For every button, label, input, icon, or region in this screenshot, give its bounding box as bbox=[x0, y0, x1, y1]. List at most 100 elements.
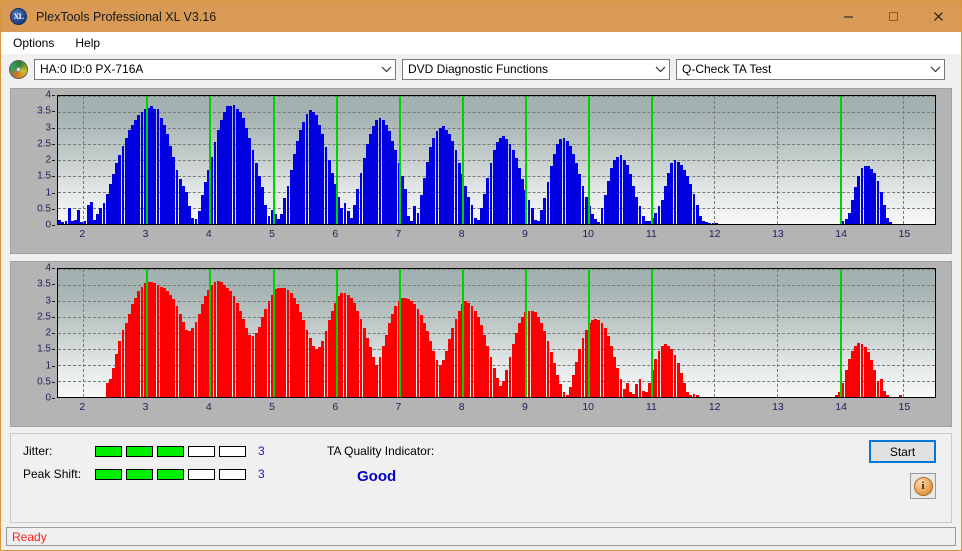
y-axis-tick bbox=[52, 111, 55, 113]
jitter-label: Jitter: bbox=[23, 444, 53, 458]
test-select[interactable]: Q-Check TA Test bbox=[676, 58, 945, 80]
drive-select[interactable]: HA:0 ID:0 PX-716A bbox=[34, 58, 396, 80]
chart-bar bbox=[714, 223, 718, 224]
y-axis-tick bbox=[52, 398, 55, 399]
y-axis-label: 3 bbox=[45, 122, 51, 133]
title-bar: XL PlexTools Professional XL V3.16 bbox=[1, 1, 961, 32]
chart-bars bbox=[58, 96, 935, 224]
menu-item-help[interactable]: Help bbox=[71, 34, 109, 52]
speed-change-marker bbox=[146, 96, 149, 224]
y-axis-tick bbox=[52, 192, 55, 194]
meter-segment bbox=[126, 445, 153, 457]
x-axis-label: 6 bbox=[332, 228, 339, 240]
function-select[interactable]: DVD Diagnostic Functions bbox=[402, 58, 670, 80]
selector-toolbar: HA:0 ID:0 PX-716A DVD Diagnostic Functio… bbox=[1, 54, 961, 84]
info-button[interactable]: i bbox=[910, 473, 936, 499]
peak-shift-value: 3 bbox=[258, 467, 265, 481]
y-axis-label: 0.5 bbox=[37, 376, 51, 388]
meter-segment bbox=[219, 445, 246, 457]
y-axis-tick bbox=[52, 284, 55, 286]
x-axis-label: 11 bbox=[645, 401, 657, 413]
y-axis-label: 1.5 bbox=[37, 170, 51, 182]
x-axis-label: 15 bbox=[898, 401, 911, 413]
y-axis-label: 2 bbox=[45, 154, 51, 166]
x-axis-label: 7 bbox=[395, 228, 402, 240]
peakshift-chart-y-axis: 0 0.5 1 1.5 2 2.5 3 3.5 4 bbox=[11, 263, 55, 404]
x-axis-label: 11 bbox=[645, 228, 657, 240]
close-button[interactable] bbox=[916, 1, 961, 32]
x-axis-label: 12 bbox=[708, 401, 721, 413]
peakshift-chart-panel: 0 0.5 1 1.5 2 2.5 3 3.5 4 2 3 4 5 6 7 8 9 10 11 12 13 14 15 bbox=[10, 261, 952, 427]
maximize-button[interactable] bbox=[871, 1, 916, 32]
jitter-chart-plot-wrap bbox=[57, 95, 936, 225]
menu-bar: Options Help bbox=[1, 32, 961, 54]
speed-change-marker bbox=[272, 269, 275, 397]
peakshift-chart-plot bbox=[57, 268, 936, 398]
meter-segment bbox=[188, 445, 215, 457]
speed-change-marker bbox=[651, 269, 654, 397]
jitter-meter bbox=[95, 445, 246, 457]
start-button[interactable]: Start bbox=[869, 440, 936, 463]
chevron-down-icon bbox=[652, 60, 669, 79]
x-axis-label: 3 bbox=[142, 401, 149, 413]
chart-bar bbox=[886, 395, 889, 397]
minimize-button[interactable] bbox=[826, 1, 871, 32]
x-axis-label: 2 bbox=[79, 228, 86, 240]
ta-quality-label: TA Quality Indicator: bbox=[327, 444, 435, 458]
test-select-value: Q-Check TA Test bbox=[682, 62, 772, 76]
status-bar: Ready bbox=[6, 527, 956, 546]
y-axis-tick bbox=[52, 176, 55, 178]
speed-change-marker bbox=[209, 96, 212, 224]
x-axis-label: 5 bbox=[269, 228, 275, 240]
y-axis-label: 1 bbox=[45, 360, 51, 371]
y-axis-label: 3 bbox=[45, 295, 51, 306]
x-axis-label: 6 bbox=[332, 401, 339, 413]
y-axis-tick bbox=[52, 333, 55, 334]
x-axis-label: 12 bbox=[708, 228, 721, 240]
speed-change-marker bbox=[209, 269, 212, 397]
y-axis-label: 2.5 bbox=[37, 138, 51, 150]
peak-shift-label: Peak Shift: bbox=[23, 467, 82, 481]
drive-select-value: HA:0 ID:0 PX-716A bbox=[40, 62, 144, 76]
x-axis-label: 8 bbox=[458, 228, 465, 240]
y-axis-label: 2 bbox=[45, 327, 51, 339]
jitter-row: Jitter: 3 bbox=[23, 444, 265, 458]
results-panel: Jitter: 3 Peak Shift: 3 TA Quality Indic… bbox=[10, 433, 952, 523]
charts-area: 0 0.5 1 1.5 2 2.5 3 3.5 4 2 3 4 5 6 7 8 9 10 11 12 13 14 15 0… bbox=[1, 84, 961, 427]
speed-change-marker bbox=[461, 96, 464, 224]
x-axis-label: 10 bbox=[582, 401, 595, 413]
x-axis-label: 10 bbox=[582, 228, 595, 240]
disc-icon bbox=[9, 59, 28, 79]
y-axis-label: 3.5 bbox=[37, 105, 51, 117]
jitter-chart-x-axis: 2 3 4 5 6 7 8 9 10 11 12 13 14 15 bbox=[57, 228, 936, 250]
app-icon: XL bbox=[10, 8, 27, 25]
x-axis-label: 15 bbox=[898, 228, 911, 240]
y-axis-tick bbox=[52, 160, 55, 161]
speed-change-marker bbox=[398, 269, 401, 397]
jitter-chart-panel: 0 0.5 1 1.5 2 2.5 3 3.5 4 2 3 4 5 6 7 8 9 10 11 12 13 14 15 bbox=[10, 88, 952, 254]
x-axis-label: 13 bbox=[772, 228, 784, 240]
menu-item-options[interactable]: Options bbox=[9, 34, 63, 52]
info-icon: i bbox=[913, 476, 933, 496]
x-axis-label: 5 bbox=[269, 401, 275, 413]
y-axis-tick bbox=[52, 143, 55, 145]
speed-change-marker bbox=[146, 269, 149, 397]
y-axis-label: 1 bbox=[45, 187, 51, 198]
peak-shift-row: Peak Shift: 3 bbox=[23, 467, 265, 481]
meter-segment bbox=[157, 445, 184, 457]
x-axis-label: 14 bbox=[835, 228, 847, 240]
x-axis-label: 7 bbox=[395, 401, 402, 413]
speed-change-marker bbox=[335, 96, 338, 224]
y-axis-tick bbox=[52, 208, 55, 210]
x-axis-label: 9 bbox=[522, 228, 528, 240]
x-axis-label: 14 bbox=[835, 401, 847, 413]
y-axis-label: 4 bbox=[45, 262, 51, 274]
peakshift-chart-x-axis: 2 3 4 5 6 7 8 9 10 11 12 13 14 15 bbox=[57, 401, 936, 423]
gridline-horizontal bbox=[58, 397, 935, 398]
jitter-chart-plot bbox=[57, 95, 936, 225]
x-axis-label: 13 bbox=[772, 401, 784, 413]
ta-quality-block: TA Quality Indicator: Good bbox=[327, 444, 434, 485]
x-axis-label: 9 bbox=[522, 401, 528, 413]
status-text: Ready bbox=[12, 529, 47, 544]
chevron-down-icon bbox=[927, 60, 944, 79]
